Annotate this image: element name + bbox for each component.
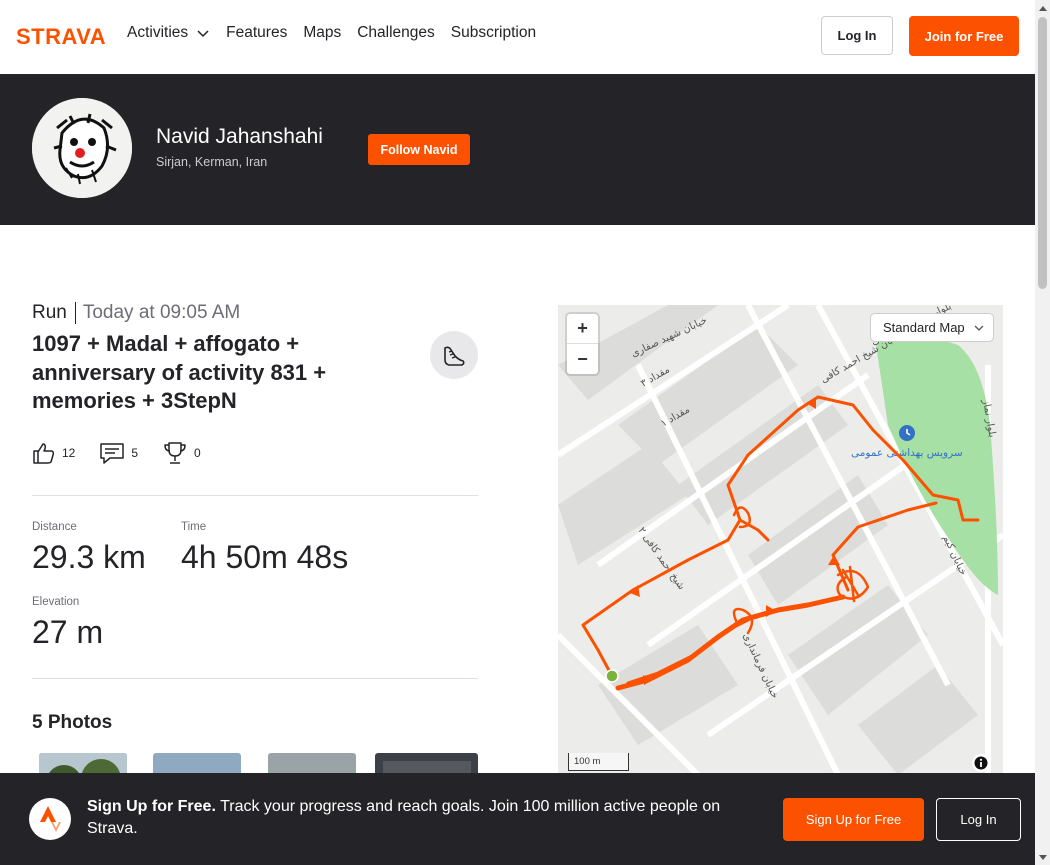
athlete-header: Navid Jahanshahi Sirjan, Kerman, Iran Fo… xyxy=(0,74,1035,225)
signup-button[interactable]: Sign Up for Free xyxy=(783,798,924,841)
time-value: 4h 50m 48s xyxy=(181,539,349,575)
map-style-select[interactable]: Standard Map xyxy=(870,313,994,342)
strava-logo[interactable]: STRAVA xyxy=(16,26,112,46)
divider xyxy=(32,495,478,496)
elevation-label: Elevation xyxy=(32,596,80,608)
athlete-name[interactable]: Navid Jahanshahi xyxy=(156,125,323,149)
poi-label: سرویس بهداشتی عمومی xyxy=(851,447,963,459)
nav-subscription[interactable]: Subscription xyxy=(451,24,536,42)
banner-login-button[interactable]: Log In xyxy=(936,798,1021,841)
activity-time: Today at 09:05 AM xyxy=(82,302,241,323)
comments-button[interactable]: 5 xyxy=(99,441,138,465)
join-button[interactable]: Join for Free xyxy=(909,16,1019,56)
nav-activities-label: Activities xyxy=(127,24,189,41)
banner-headline: Sign Up for Free. xyxy=(87,798,216,815)
nav-maps[interactable]: Maps xyxy=(303,24,341,42)
map-canvas: خیابان شهید صفاری مقداد ۳ مقداد ۱ خیابان… xyxy=(558,305,1003,775)
comment-icon xyxy=(100,443,125,464)
activity-type: Run xyxy=(32,302,76,324)
achievements-button[interactable]: 0 xyxy=(162,440,201,466)
divider xyxy=(32,678,478,679)
nav-features[interactable]: Features xyxy=(226,24,287,42)
elevation-value: 27 m xyxy=(32,614,104,650)
strava-app-icon xyxy=(29,798,71,840)
scroll-up-arrow-icon[interactable] xyxy=(1035,0,1050,15)
athlete-location: Sirjan, Kerman, Iran xyxy=(156,155,268,169)
info-icon[interactable] xyxy=(972,754,990,772)
avatar-image xyxy=(32,98,132,198)
map-style-value: Standard Map xyxy=(883,320,965,335)
thumbs-up-icon xyxy=(33,443,55,464)
zoom-controls: + − xyxy=(567,314,598,374)
chevron-down-icon xyxy=(197,30,209,38)
activity-heading: Run Today at 09:05 AM xyxy=(32,301,240,325)
nav-activities[interactable]: Activities xyxy=(127,24,210,42)
avatar[interactable] xyxy=(32,98,132,198)
scrollbar-thumb[interactable] xyxy=(1038,17,1047,289)
zoom-out-button[interactable]: − xyxy=(567,344,598,374)
login-button[interactable]: Log In xyxy=(821,16,893,55)
kudos-button[interactable]: 12 xyxy=(32,441,75,465)
follow-button[interactable]: Follow Navid xyxy=(368,134,470,165)
distance-label: Distance xyxy=(32,521,77,533)
chevron-down-icon xyxy=(974,325,984,331)
banner-text: Sign Up for Free. Track your progress an… xyxy=(87,796,757,840)
photos-title: 5 Photos xyxy=(32,712,113,733)
kudos-count: 12 xyxy=(62,446,76,460)
comments-count: 5 xyxy=(131,446,139,460)
map-scale: 100 m xyxy=(568,753,629,771)
scrollbar[interactable] xyxy=(1035,0,1050,865)
run-shoe-icon[interactable] xyxy=(430,331,478,379)
route-map[interactable]: خیابان شهید صفاری مقداد ۳ مقداد ۱ خیابان… xyxy=(558,305,1003,775)
social-bar: 12 5 0 xyxy=(32,440,225,466)
svg-text:STRAVA: STRAVA xyxy=(16,26,106,46)
nav-links: Activities Features Maps Challenges Subs… xyxy=(127,24,552,42)
trophy-icon xyxy=(164,442,186,464)
zoom-in-button[interactable]: + xyxy=(567,314,598,344)
top-nav: STRAVA Activities Features Maps Challeng… xyxy=(0,0,1035,74)
signup-banner: Sign Up for Free. Track your progress an… xyxy=(0,773,1035,865)
nav-challenges[interactable]: Challenges xyxy=(357,24,435,42)
activity-title: 1097 + Madal + affogato + anniversary of… xyxy=(32,331,327,413)
achievements-count: 0 xyxy=(194,446,201,460)
time-label: Time xyxy=(181,521,207,533)
distance-value: 29.3 km xyxy=(32,539,146,575)
scroll-down-arrow-icon[interactable] xyxy=(1035,850,1050,865)
